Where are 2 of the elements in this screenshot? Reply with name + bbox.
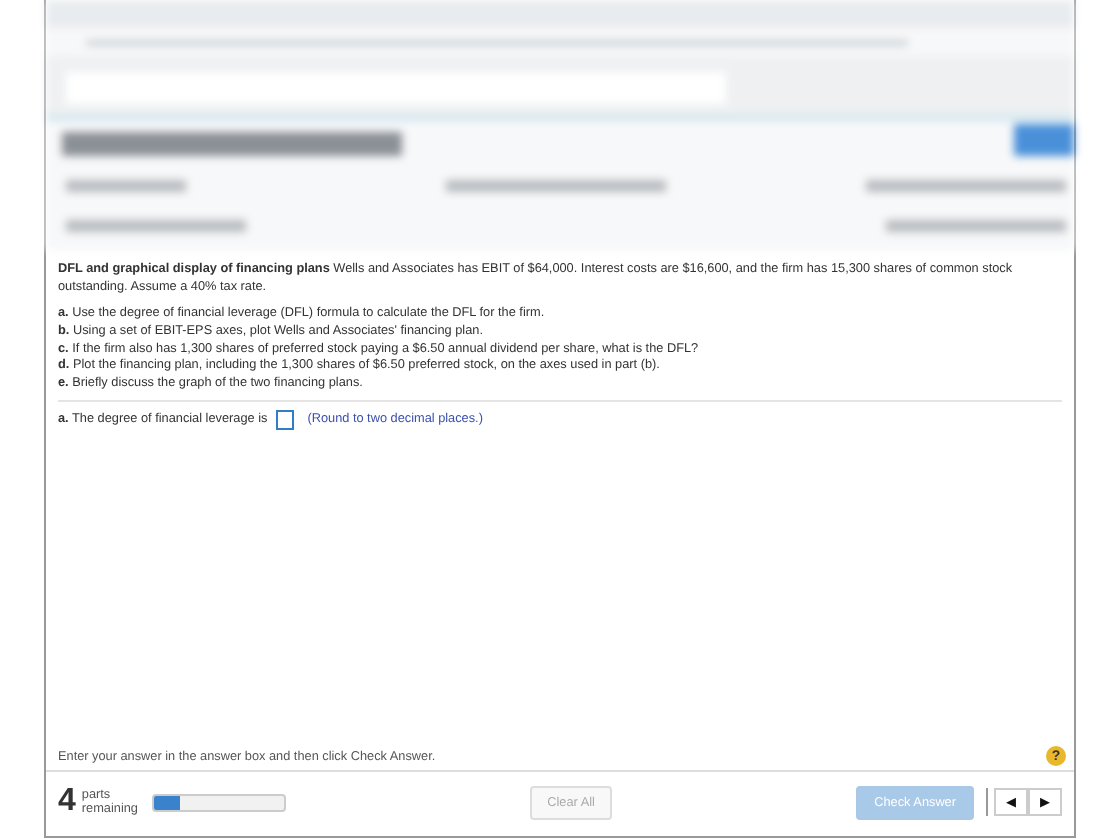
answer-box[interactable]	[275, 410, 294, 431]
parts-count: 4	[58, 784, 76, 820]
